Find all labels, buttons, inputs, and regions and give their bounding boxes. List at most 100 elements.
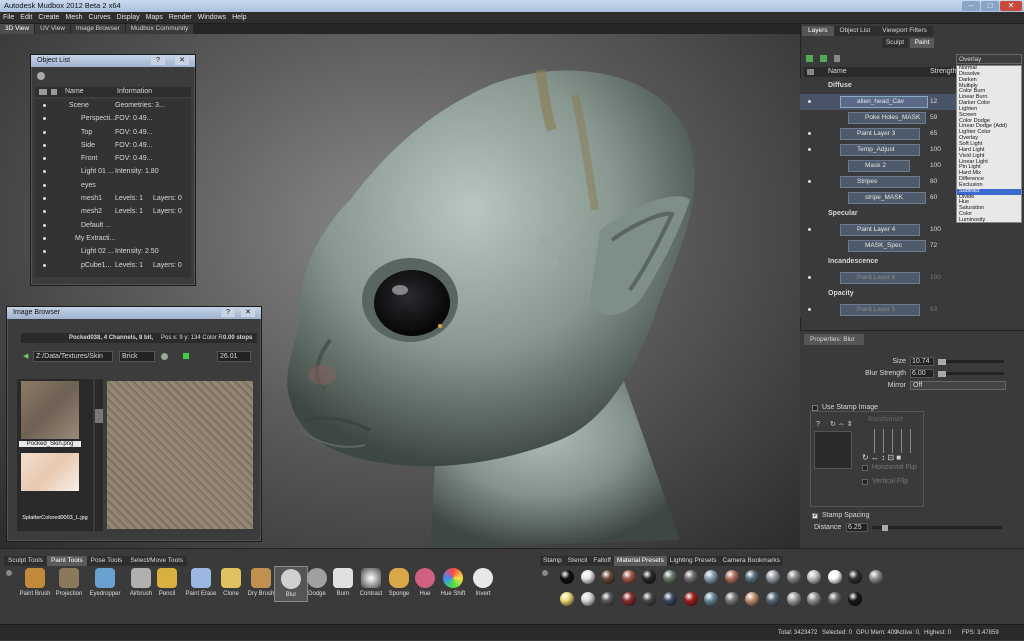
layer-name[interactable]: Poke Holes_MASK (848, 112, 926, 124)
visibility-dot[interactable] (808, 276, 811, 279)
material-preset-ball[interactable] (683, 570, 698, 584)
distance-slider[interactable] (872, 524, 1002, 531)
layer-name[interactable]: Stripes (840, 176, 920, 188)
layer-name[interactable]: MASK_Spec (848, 240, 926, 252)
tool-dry-brush[interactable]: Dry Brush (244, 568, 278, 597)
material-preset-ball[interactable] (560, 592, 574, 606)
tab-lighting-presets[interactable]: Lighting Presets (666, 556, 720, 566)
visibility-dot[interactable] (808, 132, 811, 135)
copy-layer-icon[interactable] (820, 55, 827, 62)
minimize-button[interactable]: – (962, 1, 980, 11)
dodge-icon (307, 568, 327, 588)
material-preset-ball[interactable] (621, 570, 636, 584)
material-preset-ball[interactable] (766, 592, 780, 606)
material-preset-ball[interactable] (869, 570, 883, 584)
stamp-preview[interactable] (814, 431, 852, 469)
material-tray-gear-icon[interactable] (542, 570, 548, 576)
layer-name[interactable]: stripe_MASK (848, 192, 926, 204)
strength-value[interactable]: 59 (930, 110, 954, 126)
tab-object-list[interactable]: Object List (833, 26, 877, 36)
vertical-flip-checkbox[interactable] (862, 479, 868, 485)
material-preset-ball[interactable] (580, 570, 595, 584)
sponge-icon (389, 568, 409, 588)
blend-option[interactable]: Luminosity (957, 217, 1021, 224)
material-preset-ball[interactable] (766, 570, 780, 584)
material-preset-ball[interactable] (621, 592, 636, 606)
material-preset-ball[interactable] (827, 592, 842, 606)
paint-tab[interactable]: Paint (910, 38, 934, 48)
stamp-sliders[interactable] (866, 429, 918, 453)
visibility-dot[interactable] (808, 148, 811, 151)
material-preset-ball[interactable] (560, 570, 574, 584)
maximize-button[interactable]: □ (981, 1, 999, 11)
blur-strength-field[interactable]: 6.00 (910, 369, 934, 378)
blend-mode-select[interactable]: Overlay (956, 54, 1022, 64)
strength-value[interactable]: 80 (930, 174, 954, 190)
tab-viewport-filters[interactable]: Viewport Filters (876, 26, 933, 36)
distance-field[interactable]: 6.25 (846, 523, 868, 532)
material-preset-ball[interactable] (786, 592, 801, 606)
close-window-button[interactable]: ✕ (1000, 1, 1022, 11)
sculpt-tab[interactable]: Sculpt (882, 38, 908, 48)
tool-clone[interactable]: Clone (214, 568, 248, 597)
size-label: Size (892, 358, 906, 365)
column-name[interactable]: Name (828, 67, 847, 77)
layer-name[interactable]: Paint Layer 6 (840, 272, 920, 284)
visibility-dot[interactable] (808, 308, 811, 311)
stamp-transform-icons[interactable]: ↻ ↔ ↕ ⊡ ■ (862, 453, 901, 462)
material-preset-ball[interactable] (683, 592, 698, 606)
help-icon[interactable]: ? (816, 421, 820, 428)
layer-name[interactable]: alien_head_Cav (840, 96, 928, 108)
strength-value[interactable]: 100 (930, 158, 954, 174)
horizontal-flip-checkbox[interactable] (862, 465, 868, 471)
tool-projection[interactable]: Projection (52, 568, 86, 597)
material-preset-ball[interactable] (580, 592, 595, 606)
tab-layers[interactable]: Layers (802, 26, 834, 36)
column-strength[interactable]: Strength (930, 67, 958, 77)
stamp-spacing-checkbox[interactable]: ✓ (812, 513, 818, 519)
material-preset-ball[interactable] (663, 570, 677, 584)
tool-pencil[interactable]: Pencil (150, 568, 184, 597)
tool-tray-gear-icon[interactable] (6, 570, 12, 576)
strength-value[interactable]: 12 (930, 94, 954, 110)
tab-falloff[interactable]: Falloff (590, 556, 614, 566)
layer-name[interactable]: Paint Layer 3 (840, 128, 920, 140)
tool-eyedropper[interactable]: Eyedropper (88, 568, 122, 597)
strength-value[interactable]: 63 (930, 302, 954, 318)
delete-layer-icon[interactable] (834, 55, 840, 62)
strength-value[interactable]: 100 (930, 270, 954, 286)
strength-value[interactable]: 72 (930, 238, 954, 254)
material-preset-ball[interactable] (786, 570, 801, 584)
visibility-dot[interactable] (808, 228, 811, 231)
layer-name[interactable]: Paint Layer 5 (840, 304, 920, 316)
material-preset-ball[interactable] (827, 570, 842, 584)
new-layer-icon[interactable] (806, 55, 813, 62)
strength-value[interactable]: 60 (930, 190, 954, 206)
mirror-select[interactable]: Off (910, 381, 1006, 390)
layer-name[interactable]: Temp_Adjust (840, 144, 920, 156)
strength-value[interactable]: 100 (930, 142, 954, 158)
rotate-icon[interactable]: ↻ ⇔ ⇕ (830, 420, 853, 428)
tool-paint-brush[interactable]: Paint Brush (18, 568, 52, 597)
tool-paint-erase[interactable]: Paint Erase (184, 568, 218, 597)
material-preset-ball[interactable] (724, 570, 739, 584)
strength-value[interactable]: 100 (930, 222, 954, 238)
tab-stencil[interactable]: Stencil (564, 556, 591, 566)
layer-name[interactable]: Mask 2 (848, 160, 910, 172)
blur-strength-slider[interactable] (938, 370, 1004, 377)
visibility-dot[interactable] (808, 180, 811, 183)
tab-material-presets[interactable]: Material Presets (613, 556, 667, 566)
blend-mode-list[interactable]: Normal Dissolve Darken Multiply Color Bu… (956, 65, 1022, 223)
tool-hue-shift[interactable]: Hue Shift (436, 568, 470, 597)
size-slider[interactable] (938, 358, 1004, 365)
material-preset-ball[interactable] (724, 592, 739, 606)
tab-stamp[interactable]: Stamp (540, 556, 565, 566)
tab-camera-bookmarks[interactable]: Camera Bookmarks (719, 556, 783, 566)
size-field[interactable]: 10.74 (910, 357, 934, 366)
strength-value[interactable]: 65 (930, 126, 954, 142)
visibility-dot[interactable] (808, 100, 811, 103)
material-preset-ball[interactable] (663, 592, 677, 606)
layer-name[interactable]: Paint Layer 4 (840, 224, 920, 236)
group-diffuse[interactable]: Diffuse (800, 78, 956, 94)
tool-invert[interactable]: Invert (466, 568, 500, 597)
